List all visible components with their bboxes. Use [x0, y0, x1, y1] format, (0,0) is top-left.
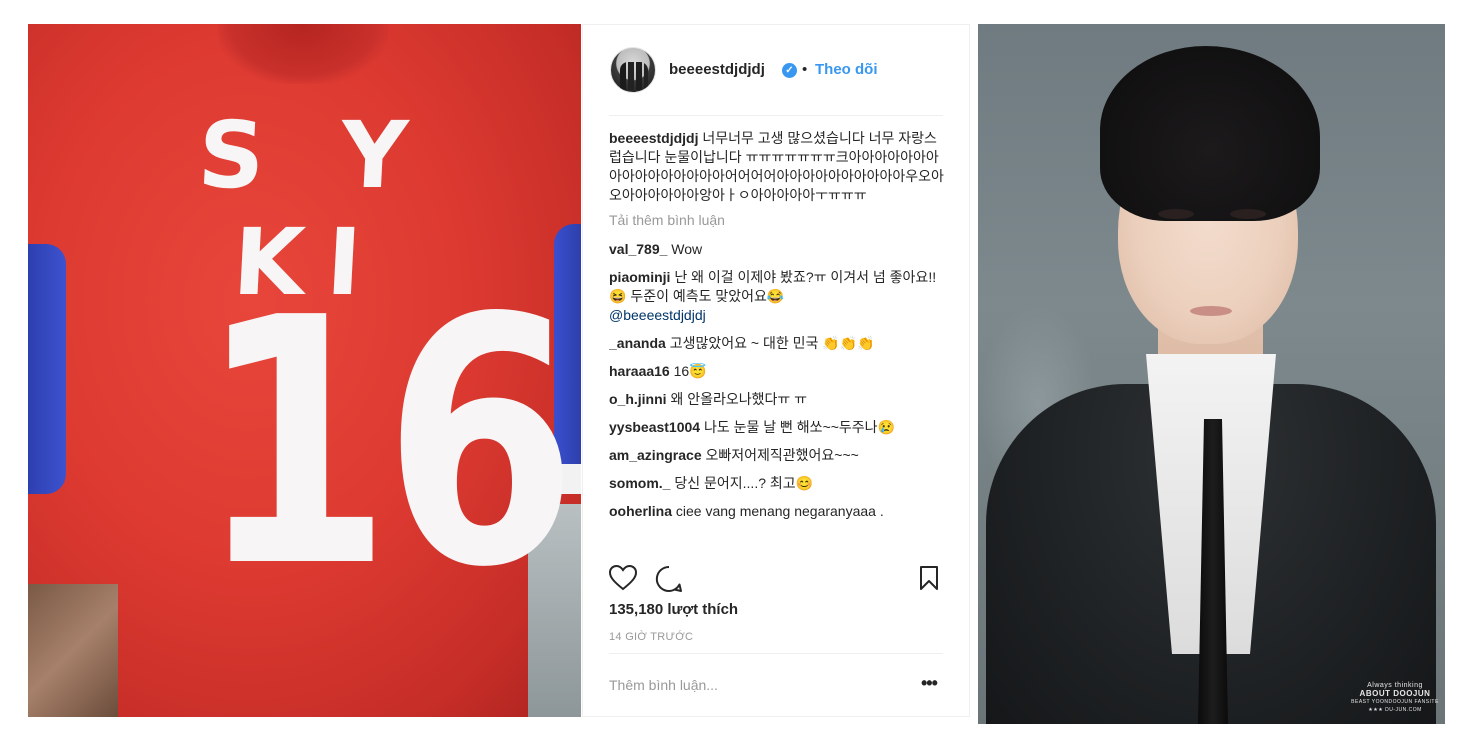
- watermark-line: BEAST YOONDOOJUN FANSITE: [1351, 699, 1439, 705]
- jersey-collar: [218, 24, 388, 84]
- comment-item: _ananda 고생많았어요 ~ 대한 민국 👏👏👏: [609, 334, 945, 353]
- comment-username[interactable]: haraaa16: [609, 363, 670, 379]
- comment-username[interactable]: val_789_: [609, 241, 667, 257]
- heart-icon[interactable]: [609, 565, 637, 591]
- comment-item: somom._ 당신 문어지....? 최고😊: [609, 474, 945, 493]
- comment-username[interactable]: am_azingrace: [609, 447, 702, 463]
- footer-divider: [609, 653, 943, 654]
- jersey-photo: S Y KI 16: [28, 24, 581, 717]
- post-header: beeeestdjdjdj ✓ • Theo dõi: [583, 25, 969, 115]
- comment-item: ooherlina ciee vang menang negaranyaaa .: [609, 502, 945, 521]
- post-caption: beeeestdjdjdj 너무너무 고생 많으셨습니다 너무 자랑스럽습니다 …: [609, 129, 945, 205]
- instagram-post-panel: beeeestdjdjdj ✓ • Theo dõi beeeestdjdjdj…: [582, 24, 970, 717]
- comment-icon[interactable]: [655, 565, 683, 593]
- comment-text: 나도 눈물 날 뻔 해쏘~~두주나😢: [703, 419, 895, 435]
- background-wood: [28, 584, 118, 717]
- verified-badge-icon: ✓: [782, 63, 797, 78]
- avatar[interactable]: [610, 47, 656, 93]
- comment-text: 고생많았어요 ~ 대한 민국 👏👏👏: [669, 335, 875, 351]
- comment-text: 오빠저어제직관했어요~~~: [705, 447, 859, 463]
- comment-username[interactable]: ooherlina: [609, 503, 672, 519]
- comment-mention-link[interactable]: @beeeestdjdjdj: [609, 306, 945, 325]
- comment-item: piaominji 난 왜 이걸 이제야 봤죠?ㅠ 이겨서 넘 좋아요!!😆 두…: [609, 268, 945, 325]
- comment-item: am_azingrace 오빠저어제직관했어요~~~: [609, 446, 945, 465]
- comment-username[interactable]: somom._: [609, 475, 670, 491]
- comment-text: 당신 문어지....? 최고😊: [674, 475, 814, 491]
- fansite-watermark: Always thinking ABOUT DOOJUN BEAST YOOND…: [1350, 682, 1440, 714]
- post-actions-bar: [609, 565, 943, 595]
- comment-text: 16😇: [673, 363, 707, 379]
- left-eye: [1158, 209, 1194, 219]
- post-username[interactable]: beeeestdjdjdj: [669, 61, 765, 78]
- header-divider: [609, 115, 943, 116]
- right-eye: [1230, 209, 1266, 219]
- comment-item: o_h.jinni 왜 안올라오나했다ㅠ ㅠ: [609, 390, 945, 409]
- lips: [1190, 306, 1232, 316]
- header-separator: •: [802, 61, 808, 78]
- comment-username[interactable]: piaominji: [609, 269, 670, 285]
- comment-text: Wow: [671, 241, 703, 257]
- comment-item: haraaa16 16😇: [609, 362, 945, 381]
- comment-username[interactable]: o_h.jinni: [609, 391, 667, 407]
- comment-username[interactable]: yysbeast1004: [609, 419, 700, 435]
- load-more-comments-link[interactable]: Tải thêm bình luận: [609, 211, 945, 230]
- portrait-photo: Always thinking ABOUT DOOJUN BEAST YOOND…: [978, 24, 1445, 724]
- jersey-number-print: 16: [197, 246, 578, 642]
- comment-item: yysbeast1004 나도 눈물 날 뻔 해쏘~~두주나😢: [609, 418, 945, 437]
- hair: [1100, 46, 1320, 221]
- add-comment-input[interactable]: Thêm bình luận...: [609, 677, 718, 693]
- caption-username[interactable]: beeeestdjdjdj: [609, 130, 698, 146]
- likes-count[interactable]: 135,180 lượt thích: [609, 601, 738, 618]
- post-timestamp[interactable]: 14 GIỜ TRƯỚC: [609, 631, 693, 643]
- comments-list[interactable]: beeeestdjdjdj 너무너무 고생 많으셨습니다 너무 자랑스럽습니다 …: [609, 129, 945, 551]
- comment-username[interactable]: _ananda: [609, 335, 666, 351]
- watermark-line: ★★★ DU-JUN.COM: [1368, 707, 1422, 713]
- avatar-figures: [620, 62, 648, 90]
- comment-text: ciee vang menang negaranyaaa .: [675, 503, 884, 519]
- comment-text: 왜 안올라오나했다ㅠ ㅠ: [670, 391, 808, 407]
- jersey-left-sleeve: [28, 244, 66, 494]
- bookmark-icon[interactable]: [919, 565, 939, 591]
- follow-button[interactable]: Theo dõi: [815, 61, 878, 78]
- more-options-button[interactable]: •••: [921, 673, 938, 694]
- comment-item: val_789_ Wow: [609, 240, 945, 259]
- watermark-line: ABOUT DOOJUN: [1359, 689, 1431, 698]
